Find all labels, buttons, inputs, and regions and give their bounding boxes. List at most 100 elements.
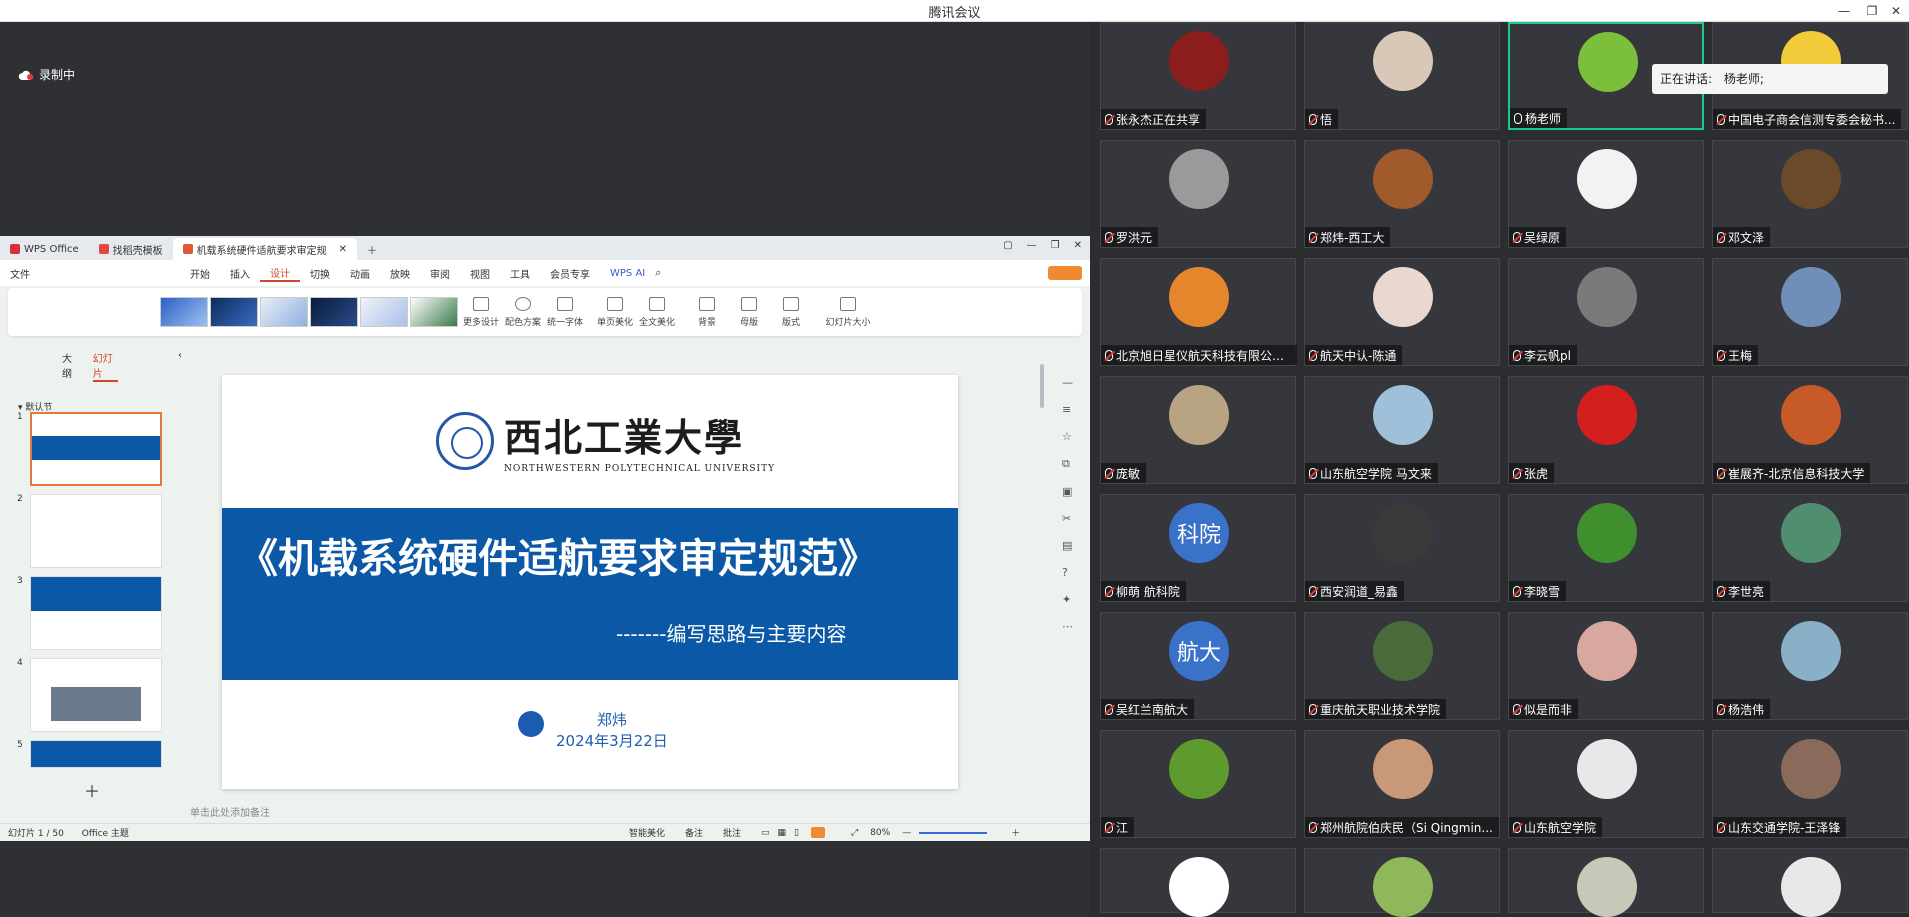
- play-icon[interactable]: [810, 827, 825, 838]
- minus-icon[interactable]: —: [1062, 376, 1073, 389]
- grid-view-icon[interactable]: ▦: [778, 828, 787, 838]
- recording-indicator[interactable]: 录制中: [18, 66, 75, 83]
- comments-button[interactable]: 批注: [723, 826, 741, 839]
- slide-thumbnail-5[interactable]: [30, 740, 162, 768]
- participant-tile[interactable]: [1100, 848, 1296, 917]
- participant-tile[interactable]: 李云帆pl: [1508, 258, 1704, 366]
- tab-template[interactable]: 找稻壳模板: [89, 238, 173, 260]
- tab-presentation[interactable]: 机载系统硬件适航要求审定规 ✕: [172, 238, 358, 260]
- theme-gallery[interactable]: [160, 297, 458, 327]
- participant-tile[interactable]: 北京旭日星仪航天科技有限公司...: [1100, 258, 1297, 366]
- background-button[interactable]: 背景: [688, 296, 726, 328]
- star-icon[interactable]: ☆: [1062, 430, 1073, 443]
- zoom-slider[interactable]: [919, 831, 988, 834]
- menu-review[interactable]: 审阅: [420, 266, 460, 281]
- participant-tile[interactable]: 吴绿原: [1508, 140, 1704, 248]
- menu-home[interactable]: 开始: [180, 266, 220, 281]
- participant-tile[interactable]: 江: [1100, 730, 1296, 838]
- participant-tile[interactable]: 山东航空学院: [1508, 730, 1704, 838]
- file-menu[interactable]: 文件: [0, 266, 40, 281]
- board-icon[interactable]: ▤: [1062, 539, 1073, 552]
- participant-tile[interactable]: 庞敏: [1100, 376, 1296, 484]
- tools-icon[interactable]: ✂: [1062, 512, 1073, 525]
- minimize-icon[interactable]: —: [1830, 0, 1858, 22]
- slide-size-button[interactable]: 幻灯片大小: [820, 296, 876, 328]
- fit-icon[interactable]: ⤢: [851, 828, 858, 838]
- menu-member[interactable]: 会员专享: [540, 266, 600, 281]
- single-beautify-button[interactable]: 单页美化: [596, 296, 634, 328]
- participant-tile[interactable]: 科院 柳萌 航科院: [1100, 494, 1296, 602]
- participant-tile[interactable]: 李晓雪: [1508, 494, 1704, 602]
- notes-button[interactable]: 备注: [685, 826, 703, 839]
- normal-view-icon[interactable]: ▭: [761, 828, 770, 838]
- participant-tile[interactable]: 悟: [1304, 22, 1500, 130]
- minimize-icon[interactable]: —: [1027, 240, 1037, 251]
- vertical-scrollbar[interactable]: [1040, 364, 1044, 408]
- menu-view[interactable]: 视图: [460, 266, 500, 281]
- theme-thumb[interactable]: [160, 297, 208, 327]
- new-tab-button[interactable]: ＋: [357, 238, 387, 260]
- participant-tile[interactable]: 郑州航院伯庆民（Si Qingmin...: [1304, 730, 1500, 838]
- zoom-level[interactable]: 80%: [870, 828, 890, 838]
- maximize-icon[interactable]: ❐: [1051, 240, 1060, 251]
- close-icon[interactable]: ✕: [1882, 0, 1909, 22]
- participant-tile[interactable]: [1508, 848, 1704, 917]
- participant-tile[interactable]: 西安润道_易鑫: [1304, 494, 1500, 602]
- slides-tab[interactable]: 幻灯片: [92, 350, 118, 382]
- slide-thumbnail-1[interactable]: [30, 412, 162, 486]
- reading-view-icon[interactable]: ▯: [794, 828, 799, 838]
- search-icon[interactable]: ⌕: [655, 266, 661, 280]
- settings-icon[interactable]: ≡: [1062, 403, 1073, 416]
- participant-tile[interactable]: 张虎: [1508, 376, 1704, 484]
- more-design-button[interactable]: 更多设计: [462, 296, 500, 328]
- window-layout-icon[interactable]: ▢: [1003, 240, 1012, 251]
- participant-tile[interactable]: 航天中认-陈通: [1304, 258, 1500, 366]
- participant-tile[interactable]: 邓文泽: [1712, 140, 1908, 248]
- color-scheme-button[interactable]: 配色方案: [504, 296, 542, 328]
- menu-insert[interactable]: 插入: [220, 266, 260, 281]
- participant-tile[interactable]: 王梅: [1712, 258, 1908, 366]
- slide-thumbnail-3[interactable]: [30, 576, 162, 650]
- tab-close-icon[interactable]: ✕: [339, 244, 347, 255]
- unify-font-button[interactable]: 统一字体: [546, 296, 584, 328]
- participant-tile[interactable]: 山东航空学院 马文来: [1304, 376, 1500, 484]
- participant-tile[interactable]: 崔展齐-北京信息科技大学: [1712, 376, 1908, 484]
- participant-tile[interactable]: 罗洪元: [1100, 140, 1296, 248]
- copy-icon[interactable]: ⧉: [1062, 457, 1073, 471]
- smart-beautify-button[interactable]: 智能美化: [629, 826, 665, 839]
- slide-canvas[interactable]: 西北工業大學 NORTHWESTERN POLYTECHNICAL UNIVER…: [222, 375, 958, 789]
- participant-tile[interactable]: 李世亮: [1712, 494, 1908, 602]
- theme-thumb[interactable]: [260, 297, 308, 327]
- add-slide-icon[interactable]: ＋: [84, 778, 100, 802]
- participant-tile[interactable]: 杨浩伟: [1712, 612, 1908, 720]
- notes-placeholder[interactable]: 单击此处添加备注: [190, 804, 270, 819]
- zoom-out-icon[interactable]: —: [902, 828, 911, 838]
- tab-wps-office[interactable]: WPS Office: [0, 238, 89, 260]
- close-icon[interactable]: ✕: [1074, 240, 1082, 251]
- menu-slideshow[interactable]: 放映: [380, 266, 420, 281]
- participant-tile[interactable]: 郑炜-西工大: [1304, 140, 1500, 248]
- menu-animation[interactable]: 动画: [340, 266, 380, 281]
- participant-tile[interactable]: 张永杰正在共享: [1100, 22, 1296, 130]
- participant-tile[interactable]: [1304, 848, 1500, 917]
- more-icon[interactable]: ⋯: [1062, 620, 1073, 633]
- participant-tile[interactable]: 山东交通学院-王泽锋: [1712, 730, 1908, 838]
- help-icon[interactable]: ?: [1062, 566, 1073, 579]
- picture-icon[interactable]: ▣: [1062, 485, 1073, 498]
- menu-transition[interactable]: 切换: [300, 266, 340, 281]
- menu-tools[interactable]: 工具: [500, 266, 540, 281]
- slide-thumbnail-2[interactable]: [30, 494, 162, 568]
- zoom-in-icon[interactable]: ＋: [1011, 826, 1020, 839]
- theme-thumb[interactable]: [210, 297, 258, 327]
- section-label[interactable]: ▾ 默认节: [0, 382, 182, 413]
- participant-tile[interactable]: 似是而非: [1508, 612, 1704, 720]
- share-button[interactable]: [1048, 266, 1082, 280]
- slide-thumbnail-4[interactable]: [30, 658, 162, 732]
- theme-thumb[interactable]: [310, 297, 358, 327]
- format-button[interactable]: 版式: [772, 296, 810, 328]
- outline-tab[interactable]: 大纲: [62, 350, 79, 382]
- collapse-panel-icon[interactable]: ‹: [178, 350, 182, 382]
- full-beautify-button[interactable]: 全文美化: [638, 296, 676, 328]
- menu-design[interactable]: 设计: [260, 265, 300, 282]
- participant-tile[interactable]: 航大 吴红兰南航大: [1100, 612, 1296, 720]
